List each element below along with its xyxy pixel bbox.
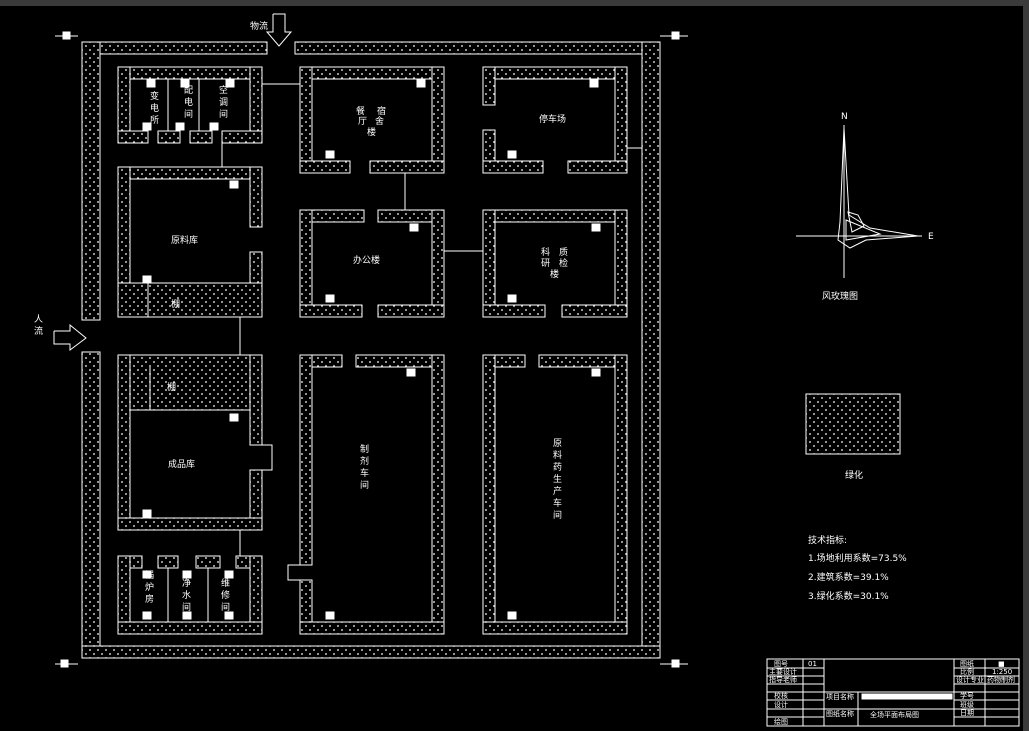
tb-project-label: 项目名称 [826,692,854,701]
people-flow-label-2: 流 [34,325,43,337]
label-qc-1: 科 [541,246,550,258]
tb-guide-label: 指导老师 [769,675,797,684]
goods-flow-arrow [265,13,293,47]
label-aircon: 空调间 [219,84,228,120]
green-legend-label: 绿化 [845,469,863,481]
tb-chief-label: 主要设计 [769,667,797,676]
tb-drawing-name-label: 图纸名称 [826,709,854,718]
label-parking: 停车场 [539,113,566,125]
label-qc-4: 检 [559,257,568,269]
tb-scale: 1:250 [992,668,1012,676]
label-finished-store: 成品库 [168,458,195,470]
goods-flow-label: 物流 [250,20,268,32]
label-office: 办公楼 [353,254,380,266]
tech-title: 技术指标: [808,534,847,546]
wind-rose-title: 风玫瑰图 [822,290,858,302]
label-qc-5: 楼 [550,268,559,280]
green-legend-swatch [805,393,901,455]
label-dorm-2: 舍 [375,115,384,127]
building-walls [117,66,628,635]
wind-rose-north: N [841,112,848,122]
tb-major: 药物制剂 [987,675,1015,684]
tb-date-label: 日期 [960,709,974,717]
tb-check-label: 校核 [774,691,788,700]
label-canteen: 餐 [356,105,365,117]
label-boiler: 锅炉房 [145,570,154,605]
label-prep-workshop: 制剂车间 [360,443,369,491]
label-api-workshop: 原料药生产车间 [553,438,562,521]
tech-item-3: 3.绿化系数=30.1% [808,590,889,602]
tb-drawing-name: 全场平面布局图 [870,710,919,719]
tech-item-2: 2.建筑系数=39.1% [808,571,889,583]
label-raw-store: 原料库 [171,234,198,246]
tb-drawing-no: 01 [808,660,817,668]
tb-sheet-label: 图纸 [960,659,974,668]
label-substation: 变电所 [150,90,159,126]
tb-major-label: 设计专业 [956,675,984,684]
label-dorm-3: 楼 [367,126,376,138]
wind-rose-east: E [928,232,934,242]
tb-draw-label: 绘图 [774,717,788,726]
label-repair: 维修间 [221,577,230,613]
people-flow-arrow [53,323,87,351]
label-distribution: 配电间 [184,85,193,120]
site-plan-drawing: 物流 人 流 变电所 配电间 空调间 餐 厅 宿 舍 楼 停车场 原料库 棚 办… [0,0,1029,731]
wind-rose-icon [796,125,922,278]
partitions [147,79,300,622]
tb-sheet-value: ■ [998,660,1005,668]
label-shelter-1: 棚 [171,298,180,310]
label-qc-3: 研 [541,258,550,269]
label-dorm: 宿 [377,105,386,117]
label-qc-2: 质 [559,246,568,258]
label-shelter-2: 棚 [167,381,176,393]
label-water: 净水间 [182,577,191,613]
tb-design-label: 设计 [774,700,788,709]
people-flow-label-1: 人 [34,314,43,325]
label-canteen-2: 厅 [358,116,367,127]
tb-drawing-no-label: 图号 [774,660,788,668]
tb-class-label: 班级 [960,700,974,709]
tb-scale-label: 比例 [960,667,974,676]
tb-student-label: 学号 [960,691,974,700]
tech-item-1: 1.场地利用系数=73.5% [808,552,907,564]
